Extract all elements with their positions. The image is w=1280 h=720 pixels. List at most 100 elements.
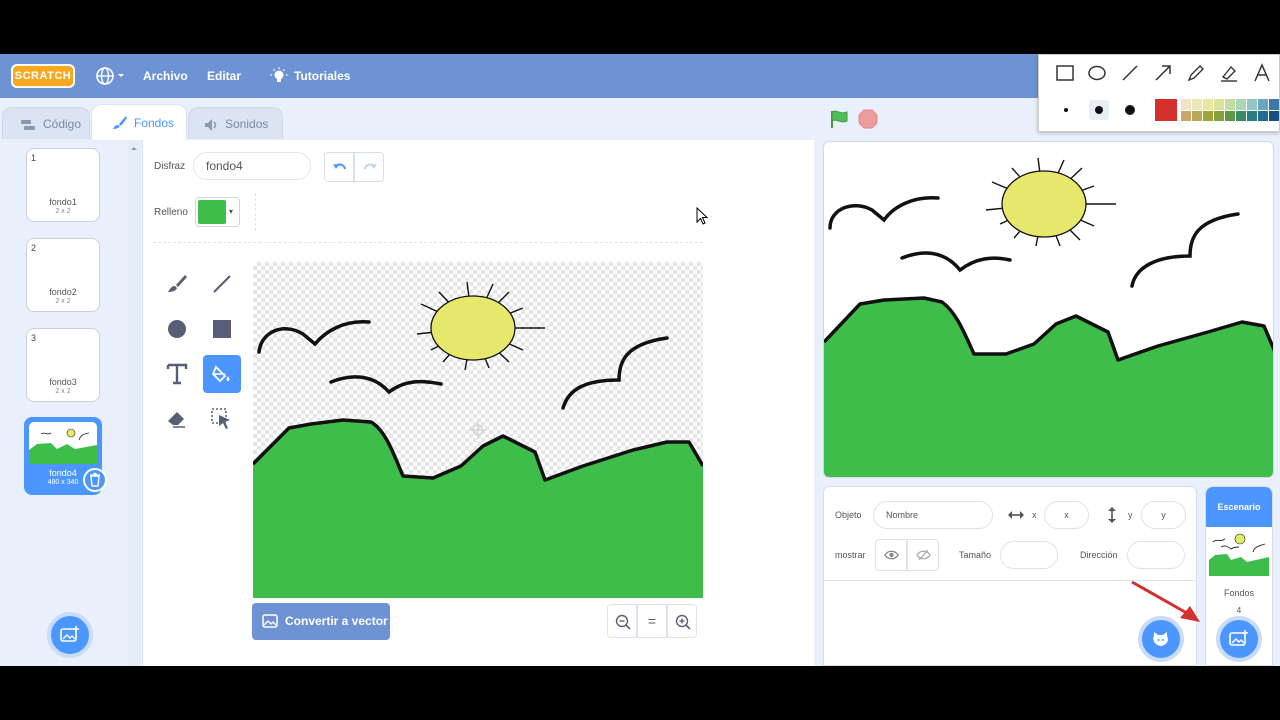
stop-icon[interactable] [858, 109, 878, 129]
backdrop-list-scrollbar[interactable] [128, 140, 140, 666]
scratch-logo[interactable]: SCRATCH [11, 64, 75, 88]
size-input[interactable] [1000, 541, 1058, 569]
backdrop-number: 1 [31, 153, 37, 163]
speaker-icon [205, 119, 217, 131]
paint-editor: Disfraz fondo4 Relleno ▾ Convertir a vec… [142, 140, 814, 666]
chevron-down-icon: ▾ [229, 207, 234, 216]
scratch-editor: SCRATCH Archivo Editar Tutoriales Código… [0, 54, 1280, 666]
backdrop-number: 4 [31, 424, 37, 434]
convert-to-vector-button[interactable]: Convertir a vector [252, 603, 390, 640]
zoom-out-icon [615, 614, 631, 630]
text-tool-icon[interactable] [1252, 63, 1272, 83]
costume-label: Disfraz [154, 161, 186, 172]
globe-icon [96, 67, 124, 85]
stage-selector-title: Escenario [1206, 487, 1272, 527]
arrow-tool-icon[interactable] [1153, 63, 1173, 83]
image-plus-icon [60, 626, 79, 642]
size-label: Tamaño [959, 550, 992, 560]
backdrop-item-2[interactable]: 2 fondo2 2 x 2 [26, 238, 100, 312]
code-icon [21, 120, 35, 130]
backdrop-list: 1 fondo1 2 x 2 2 fondo2 2 x 2 3 fondo3 2… [0, 140, 128, 666]
paint-bucket-icon [211, 365, 230, 383]
add-backdrop-button[interactable] [47, 612, 93, 658]
tab-sounds[interactable]: Sonidos [188, 107, 283, 139]
backdrop-item-1[interactable]: 1 fondo1 2 x 2 [26, 148, 100, 222]
brush-icon [168, 275, 187, 292]
ellipse-tool-icon[interactable] [1087, 63, 1107, 83]
stage-thumbnail [1209, 530, 1269, 576]
green-flag-icon[interactable] [828, 108, 850, 130]
fill-color-swatch [198, 200, 226, 224]
brush-icon [113, 116, 127, 129]
tab-backdrops-label: Fondos [134, 116, 175, 130]
undo-icon [333, 163, 346, 170]
pen-tool-icon[interactable] [1186, 63, 1206, 83]
stage[interactable] [823, 141, 1274, 478]
mouse-cursor-icon [696, 207, 708, 225]
eye-slash-icon [916, 549, 931, 561]
stage-controls [822, 98, 1280, 140]
select-icon [211, 408, 230, 429]
text-tool[interactable] [159, 356, 195, 392]
show-sprite-button[interactable] [875, 539, 907, 571]
line-tool[interactable] [204, 266, 240, 302]
horizontal-arrows-icon [1008, 511, 1024, 519]
highlighter-tool-icon[interactable] [1219, 63, 1239, 83]
show-label: mostrar [835, 550, 866, 560]
scroll-up-icon [131, 147, 137, 150]
backdrop-number: 3 [31, 333, 37, 343]
tab-backdrops[interactable]: Fondos [91, 104, 187, 140]
backdrop-name: fondo1 [49, 197, 77, 207]
line-icon [213, 275, 231, 293]
zoom-reset-button[interactable]: = [637, 604, 667, 638]
crosshair-icon [469, 421, 487, 439]
file-menu[interactable]: Archivo [143, 54, 188, 98]
language-menu[interactable] [95, 66, 127, 86]
backdrop-name: fondo2 [49, 287, 77, 297]
tutorials-menu[interactable]: Tutoriales [294, 54, 350, 98]
circle-tool[interactable] [159, 311, 195, 347]
trash-icon [90, 472, 100, 487]
direction-label: Dirección [1080, 550, 1118, 560]
redo-button[interactable] [354, 152, 384, 182]
divider [153, 242, 703, 243]
red-arrow-annotation-icon [1131, 580, 1200, 622]
delete-backdrop-button[interactable] [83, 468, 107, 492]
fill-color-picker[interactable]: ▾ [195, 197, 240, 227]
y-label: y [1128, 510, 1133, 520]
hide-sprite-button[interactable] [907, 539, 939, 571]
costume-name-input[interactable]: fondo4 [193, 152, 311, 180]
y-input[interactable]: y [1141, 501, 1186, 529]
select-tool[interactable] [204, 401, 240, 437]
tab-code[interactable]: Código [2, 107, 90, 139]
brush-tool[interactable] [159, 266, 195, 302]
x-input[interactable]: x [1044, 501, 1089, 529]
undo-button[interactable] [324, 152, 354, 182]
zoom-out-button[interactable] [607, 604, 637, 638]
tab-code-label: Código [43, 117, 82, 131]
line-tool-icon[interactable] [1120, 63, 1140, 83]
eraser-tool[interactable] [159, 401, 195, 437]
stage-preview [824, 157, 1273, 477]
backdrop-size: 2 x 2 [55, 388, 71, 395]
x-label: x [1032, 510, 1037, 520]
choose-backdrop-button[interactable] [1216, 616, 1262, 662]
direction-input[interactable] [1127, 541, 1185, 569]
eye-icon [884, 550, 899, 560]
edit-menu[interactable]: Editar [207, 54, 241, 98]
fill-tool[interactable] [203, 355, 241, 393]
image-plus-icon [1229, 630, 1248, 646]
object-label: Objeto [835, 510, 862, 520]
backdrop-size: 2 x 2 [55, 298, 71, 305]
backdrop-drawing [253, 281, 703, 598]
backdrop-name: fondo3 [49, 377, 77, 387]
drawing-canvas[interactable] [253, 262, 703, 598]
image-icon [262, 614, 278, 628]
text-icon [166, 363, 188, 385]
zoom-in-button[interactable] [667, 604, 697, 638]
rectangle-tool[interactable] [204, 311, 240, 347]
rectangle-tool-icon[interactable] [1055, 63, 1075, 83]
backdrop-item-3[interactable]: 3 fondo3 2 x 2 [26, 328, 100, 402]
sprite-name-input[interactable]: Nombre [873, 501, 993, 529]
circle-icon [168, 320, 186, 338]
